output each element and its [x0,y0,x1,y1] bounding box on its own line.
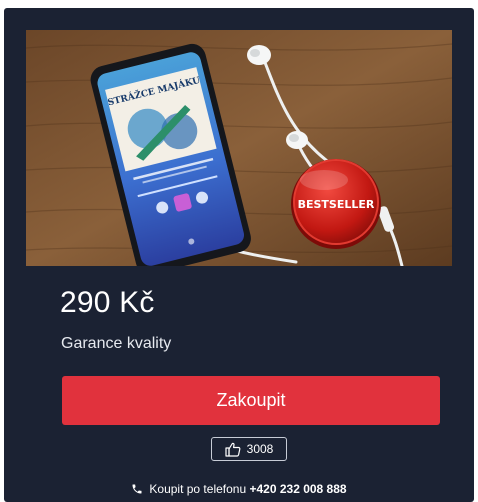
like-count: 3008 [246,442,274,456]
product-card: STRÁŽCE MAJÁKU BESTSELLER 290 Kč Garance [4,8,474,502]
like-counter[interactable]: 3008 [211,437,287,461]
phone-order[interactable]: Koupit po telefonu +420 232 008 888 [4,482,474,496]
phone-icon [131,483,143,495]
quality-guarantee-label: Garance kvality [61,335,172,352]
thumbs-up-icon [225,442,241,457]
buy-button[interactable]: Zakoupit [62,376,440,425]
price: 290 Kč [60,286,155,319]
product-image[interactable]: STRÁŽCE MAJÁKU BESTSELLER [26,30,452,266]
bestseller-badge: BESTSELLER [291,159,381,249]
bestseller-label: BESTSELLER [298,198,375,211]
phone-order-label: Koupit po telefonu [149,482,247,496]
buy-button-label: Zakoupit [216,390,286,410]
phone-number[interactable]: +420 232 008 888 [249,482,346,496]
